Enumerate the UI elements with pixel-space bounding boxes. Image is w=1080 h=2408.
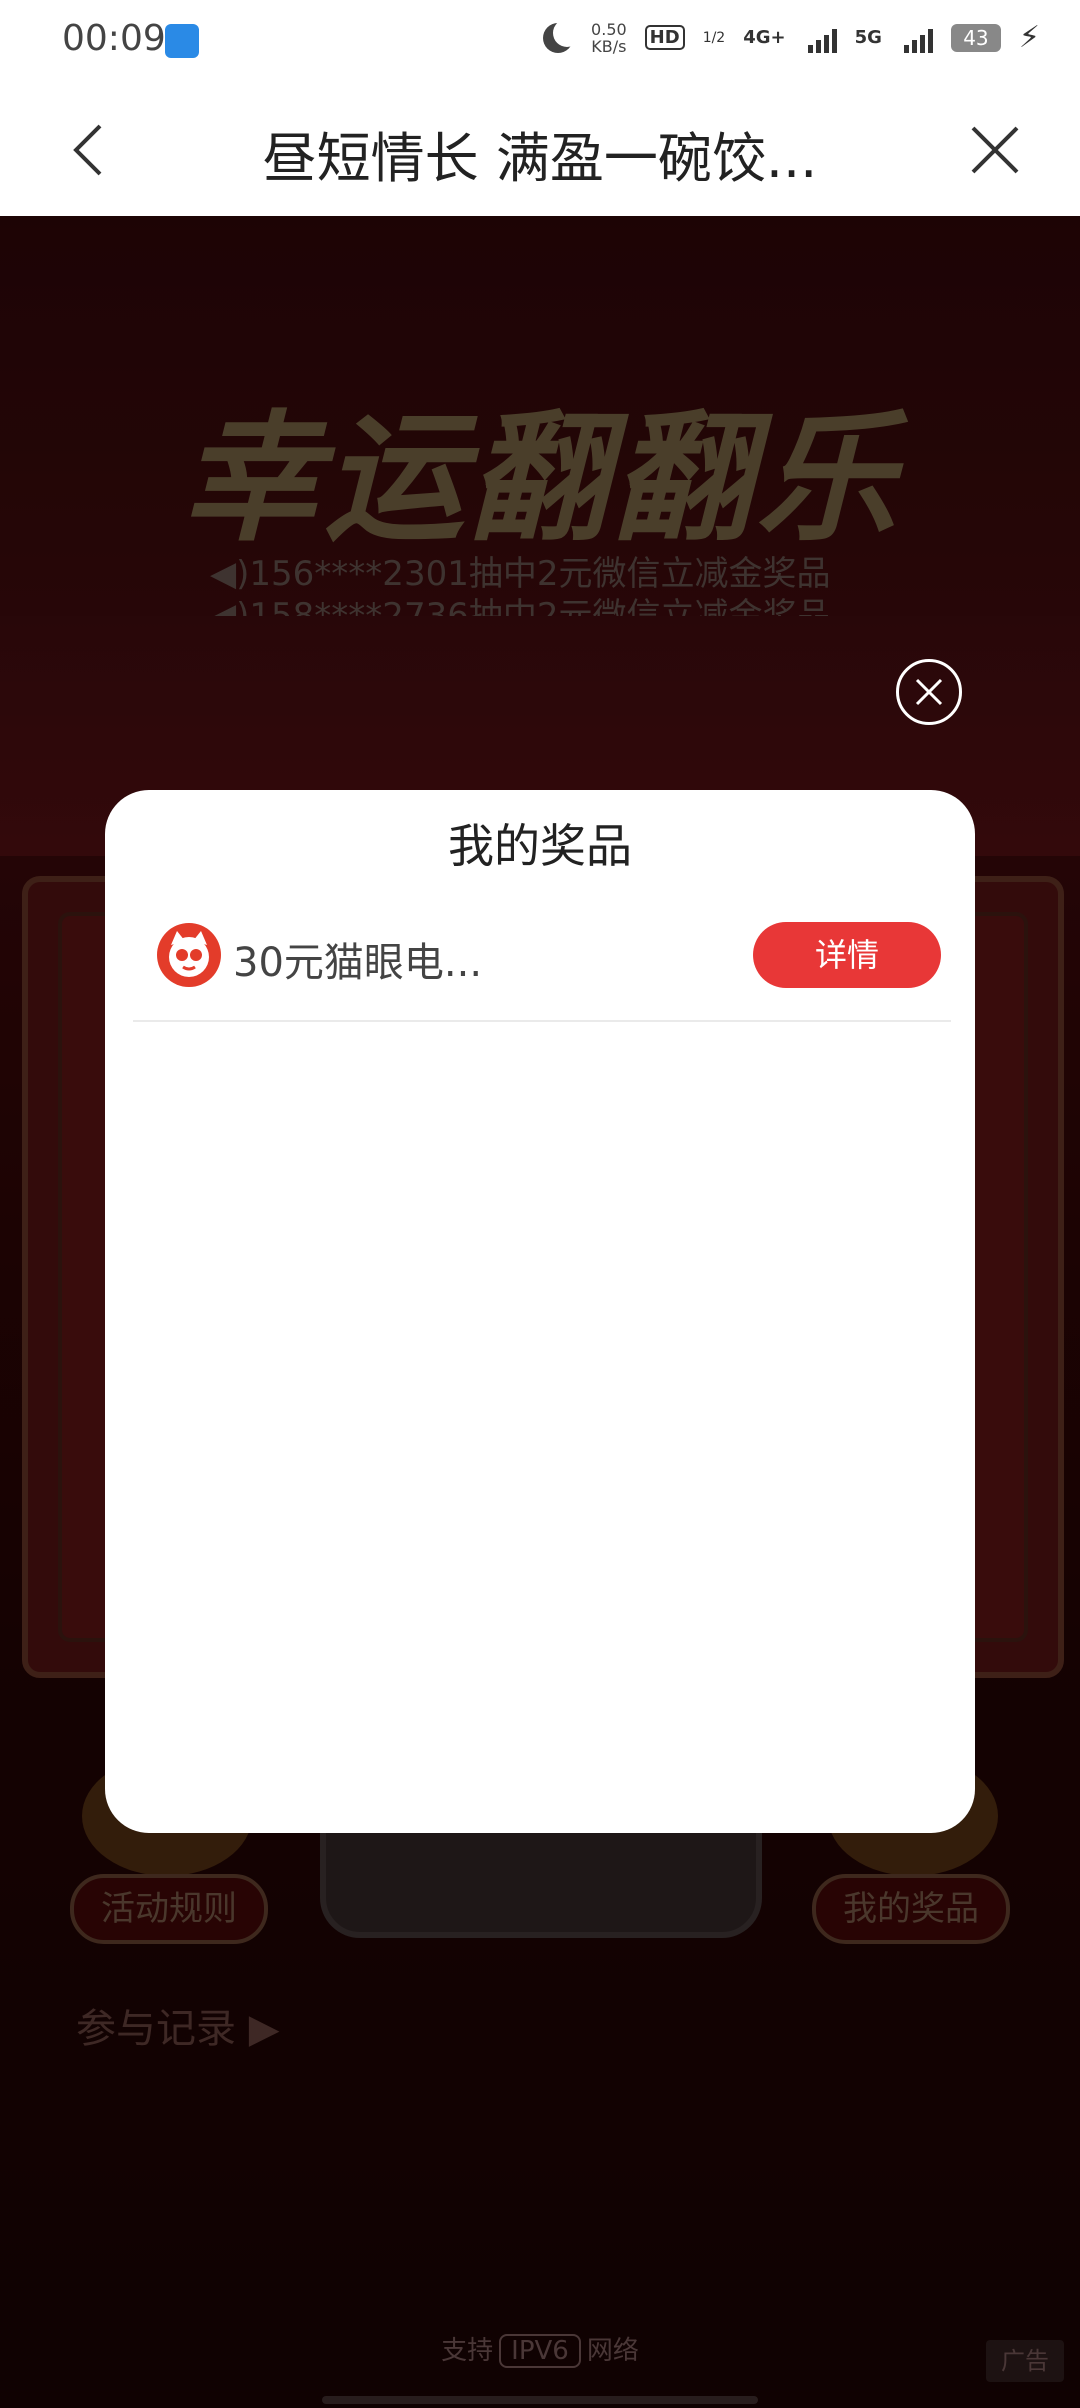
hd-icon: HD	[644, 25, 685, 50]
signal-icon-1	[807, 23, 837, 53]
battery-icon: 43	[950, 23, 1001, 52]
status-icons: 0.50 KB/s HD 1/2 4G+ 5G 43 ⚡	[543, 18, 1040, 55]
charging-icon: ⚡	[1018, 20, 1040, 55]
net-speed-value: 0.50	[591, 19, 627, 39]
status-time: 00:09	[62, 18, 166, 59]
modal-title: 我的奖品	[448, 819, 632, 873]
network-label-1: 4G+	[743, 27, 786, 48]
prize-detail-button[interactable]: 详情	[753, 922, 941, 988]
chevron-left-icon	[73, 124, 102, 176]
back-button[interactable]	[64, 120, 124, 180]
my-prizes-modal: 我的奖品 30元猫眼电... 详情	[105, 790, 975, 1833]
moon-icon	[543, 18, 582, 53]
nav-bar: 昼短情长 满盈一碗饺...	[0, 84, 1080, 216]
network-label-2: 5G	[854, 27, 882, 48]
status-bar: 00:09 0.50 KB/s HD 1/2 4G+ 5G 43 ⚡	[0, 0, 1080, 84]
page-title: 昼短情长 满盈一碗饺...	[262, 127, 818, 190]
notification-app-icon	[165, 24, 199, 58]
close-page-button[interactable]	[965, 120, 1025, 180]
popup-close-button[interactable]	[896, 659, 962, 725]
prize-name: 30元猫眼电...	[233, 940, 483, 986]
circle-close-icon	[915, 678, 943, 706]
prize-list-item: 30元猫眼电... 详情	[133, 900, 951, 1022]
maoyan-cat-icon	[157, 923, 221, 987]
close-icon	[971, 126, 1019, 174]
net-speed-unit: KB/s	[591, 36, 627, 56]
signal-icon-2	[903, 23, 933, 53]
hd-sub: 1/2	[702, 29, 726, 46]
net-speed: 0.50 KB/s	[591, 21, 627, 55]
